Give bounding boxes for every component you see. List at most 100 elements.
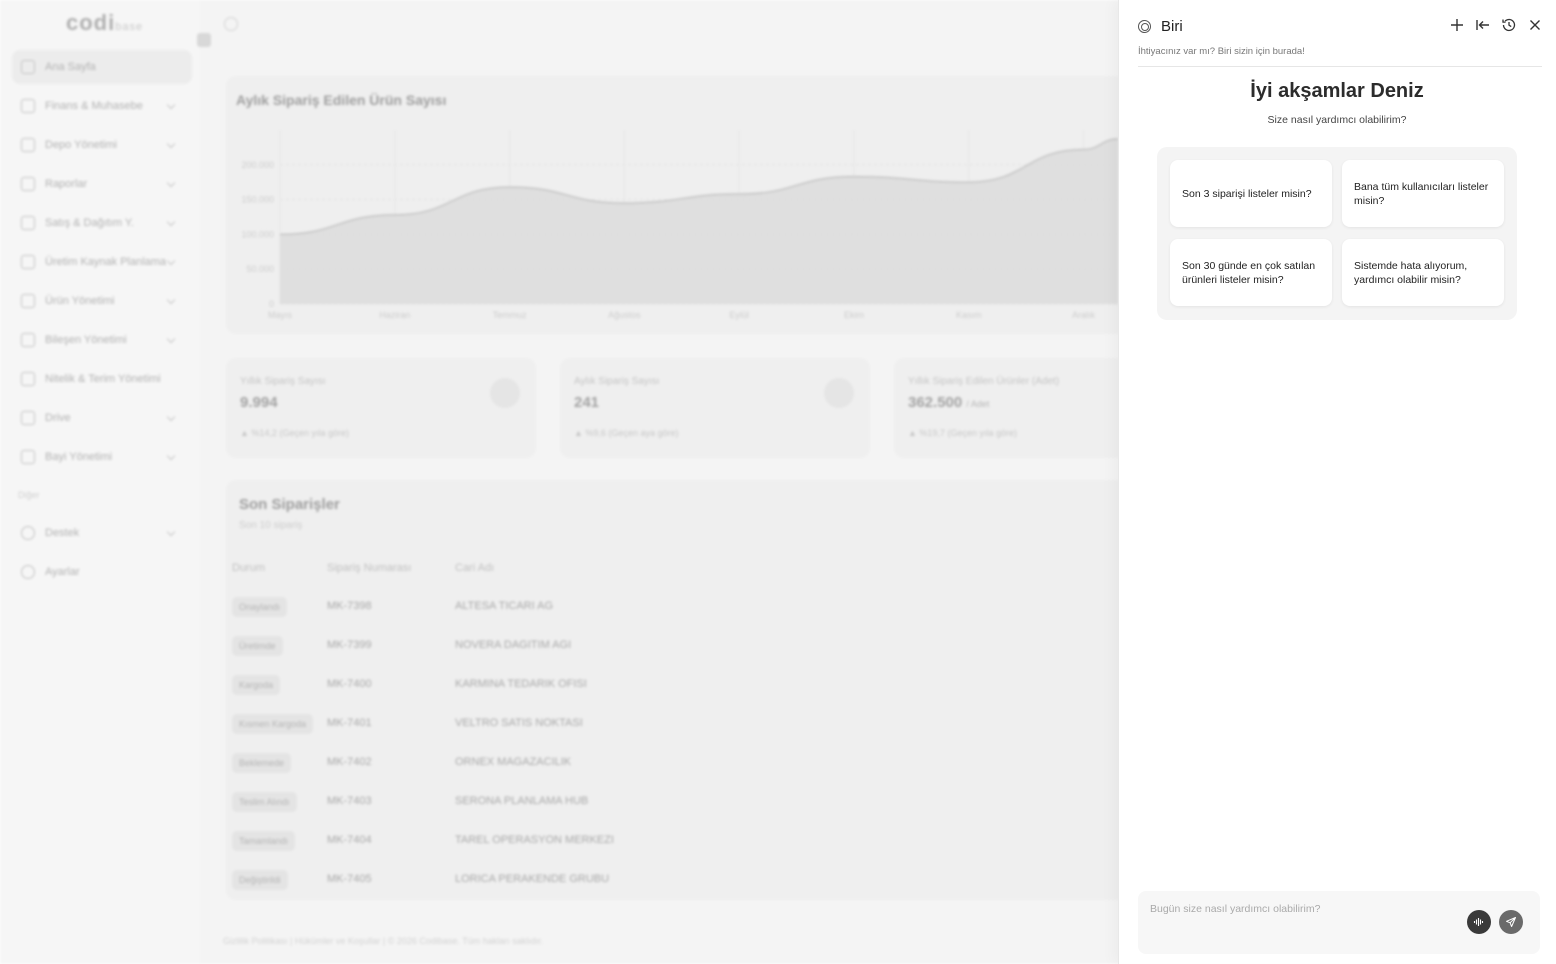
factory-icon [21,255,35,269]
sidebar-item-label: Nitelik & Terim Yönetimi [45,373,161,385]
sidebar-toggle-button[interactable] [197,33,211,47]
order-number[interactable]: MK-7399 [327,639,372,651]
chevron-down-icon [166,100,176,110]
support-icon [21,526,35,540]
sidebar-item-label: Finans & Muhasebe [45,100,143,112]
sidebar-item-satis[interactable]: Satış & Dağıtım Y. [12,206,192,240]
chart-line-icon [490,378,520,408]
audio-wave-icon [1473,918,1484,926]
sidebar-item-drive[interactable]: Drive [12,401,192,435]
column-header: Durum [232,562,266,574]
x-tick-label: Temmuz [493,310,528,320]
sidebar-item-finans[interactable]: Finans & Muhasebe [12,89,192,123]
customer-name: KARMINA TEDARIK OFISI [455,678,587,690]
collapse-panel-button[interactable] [1474,16,1492,34]
stat-value: 362.500 / Adet [908,394,990,411]
assistant-panel: Biri İhtiyacınız var mı? Biri sizin için… [1118,0,1556,964]
order-number[interactable]: MK-7405 [327,873,372,885]
y-tick-label: 100.000 [241,229,274,239]
store-icon [21,450,35,464]
y-tick-label: 200.000 [241,160,274,170]
sidebar-item-ana-sayfa[interactable]: Ana Sayfa [12,50,192,84]
panel-subtitle: İhtiyacınız var mı? Biri sizin için bura… [1138,46,1305,57]
order-number[interactable]: MK-7401 [327,717,372,729]
collapse-left-icon [1476,20,1489,30]
chevron-down-icon [166,295,176,305]
new-chat-button[interactable] [1448,16,1466,34]
logo: codibase [66,10,144,35]
order-number[interactable]: MK-7400 [327,678,372,690]
customer-name: NOVERA DAGITIM AGI [455,639,572,651]
suggestion-card[interactable]: Bana tüm kullanıcıları listeler misin? [1342,160,1504,227]
order-number[interactable]: MK-7404 [327,834,372,846]
grid-icon [21,60,35,74]
sidebar-item-depo[interactable]: Depo Yönetimi [12,128,192,162]
chevron-down-icon [166,451,176,461]
sidebar: codibase Ana Sayfa Finans & Muhasebe Dep… [0,0,200,964]
send-icon [1506,917,1516,927]
sidebar-item-nitelik[interactable]: Nitelik & Terim Yönetimi [12,362,192,396]
sidebar-item-destek[interactable]: Destek [12,516,192,550]
sidebar-item-bayi[interactable]: Bayi Yönetimi [12,440,192,474]
chevron-down-icon [166,527,176,537]
orders-card: Son Siparişler Son 10 sipariş Durum Sipa… [226,480,1126,900]
chevron-down-icon [166,178,176,188]
assistant-logo-icon [1138,20,1151,33]
suggestions-container: Son 3 siparişi listeler misin? Bana tüm … [1157,147,1517,320]
customer-name: LORICA PERAKENDE GRUBU [455,873,610,885]
component-icon [21,333,35,347]
voice-input-button[interactable] [1467,910,1491,934]
sidebar-item-bilesen[interactable]: Bileşen Yönetimi [12,323,192,357]
send-button[interactable] [1499,910,1523,934]
history-icon [1502,18,1516,32]
stat-card-yearly-products: Yıllık Sipariş Edilen Ürünler (Adet) 362… [894,358,1126,458]
order-number[interactable]: MK-7398 [327,600,372,612]
sidebar-item-ayarlar[interactable]: Ayarlar [12,555,192,589]
x-tick-label: Kasım [956,310,982,320]
stat-value: 241 [574,394,600,411]
plus-circle-icon[interactable] [224,17,238,31]
close-icon [1530,20,1540,30]
chevron-down-icon [166,139,176,149]
plus-icon [1451,19,1463,31]
customer-name: TAREL OPERASYON MERKEZI [455,834,614,846]
sidebar-item-label: Destek [45,527,80,539]
orders-title: Son Siparişler [239,496,340,513]
stat-label: Aylık Sipariş Sayısı [574,376,660,387]
sidebar-item-label: Bayi Yönetimi [45,451,113,463]
sidebar-item-label: Raporlar [45,178,88,190]
column-header: Sipariş Numarası [327,562,412,574]
sidebar-item-uretim[interactable]: Üretim Kaynak Planlama [12,245,192,279]
history-button[interactable] [1500,16,1518,34]
chart-line-icon [824,378,854,408]
order-number[interactable]: MK-7402 [327,756,372,768]
sidebar-item-raporlar[interactable]: Raporlar [12,167,192,201]
finance-icon [21,99,35,113]
sidebar-item-label: Satış & Dağıtım Y. [45,217,134,229]
sidebar-item-urun[interactable]: Ürün Yönetimi [12,284,192,318]
report-icon [21,177,35,191]
sidebar-item-label: Üretim Kaynak Planlama [45,256,167,268]
stat-trend: ▲ %9,6 (Geçen aya göre) [574,428,679,438]
y-tick-label: 0 [269,299,274,309]
x-tick-label: Ağustos [608,310,641,320]
status-badge: Onaylandı [232,597,288,617]
suggestion-card[interactable]: Son 3 siparişi listeler misin? [1170,160,1332,227]
x-tick-label: Ekim [844,310,864,320]
sidebar-item-label: Depo Yönetimi [45,139,117,151]
x-tick-label: Haziran [379,310,410,320]
chevron-down-icon [166,334,176,344]
customer-name: ALTESA TICARI AG [455,600,554,612]
suggestion-card[interactable]: Son 30 günde en çok satılan ürünleri lis… [1170,239,1332,306]
order-number[interactable]: MK-7403 [327,795,372,807]
area-chart: 0 50.000 100.000 150.000 200.000 Mayıs Haziran… [241,130,1119,320]
chat-input[interactable] [1150,903,1460,915]
area-fill [280,139,1118,304]
status-badge: Üretimde [232,636,283,656]
stat-card-monthly-orders: Aylık Sipariş Sayısı 241 ▲ %9,6 (Geçen a… [560,358,870,458]
close-panel-button[interactable] [1526,16,1544,34]
greeting-subtitle: Size nasıl yardımcı olabilirim? [1267,114,1407,126]
status-badge: Beklemede [232,753,292,773]
suggestion-card[interactable]: Sistemde hata alıyorum, yardımcı olabili… [1342,239,1504,306]
chart-card: Aylık Sipariş Edilen Ürün Sayısı 0 50.000… [226,76,1126,334]
